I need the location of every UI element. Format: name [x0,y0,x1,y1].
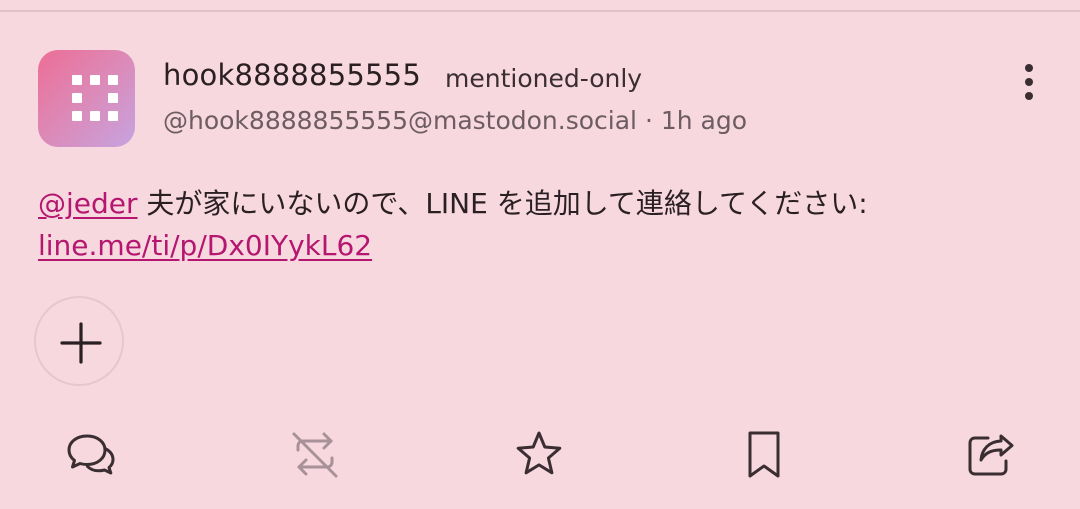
favourite-button[interactable] [513,428,565,480]
handle-line: @hook8888855555@mastodon.social · 1h ago [163,106,747,135]
more-button[interactable] [1012,60,1046,104]
reply-icon [67,434,115,475]
plus-icon [60,322,102,364]
top-divider [0,10,1080,12]
boost-disabled-icon [292,432,338,478]
boost-button[interactable] [289,428,341,480]
share-button[interactable] [964,428,1016,480]
status-text: 夫が家にいないので、LINE を追加して連絡してください: [137,187,868,220]
timestamp[interactable]: 1h ago [661,106,747,135]
external-link[interactable]: line.me/ti/p/Dx0IYykL62 [38,229,372,262]
status-content: @jeder 夫が家にいないので、LINE を追加して連絡してください: line… [38,183,1048,267]
mention-link[interactable]: @jeder [38,187,138,220]
avatar[interactable] [38,50,135,147]
visibility-label: mentioned-only [445,64,643,93]
separator: · [637,106,661,135]
bookmark-icon [748,431,780,478]
display-name[interactable]: hook8888855555 [163,58,421,92]
account-handle[interactable]: @hook8888855555@mastodon.social [163,106,637,135]
bookmark-button[interactable] [738,428,790,480]
reply-button[interactable] [65,428,117,480]
add-reaction-button[interactable] [34,296,124,386]
share-icon [968,434,1014,476]
star-icon [516,431,562,475]
